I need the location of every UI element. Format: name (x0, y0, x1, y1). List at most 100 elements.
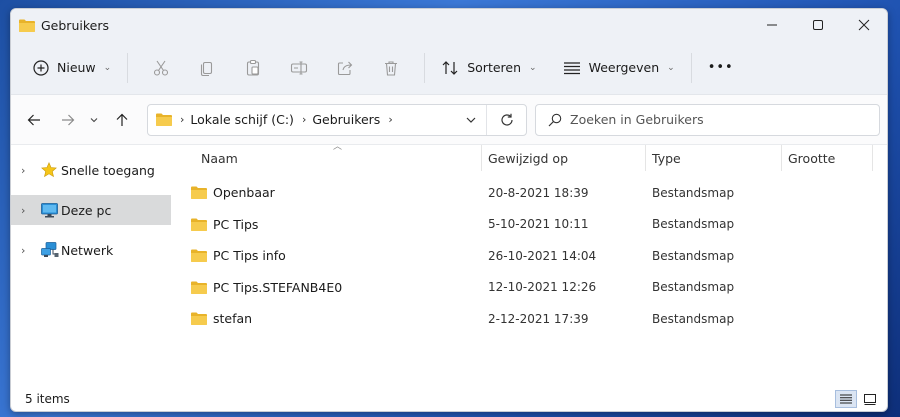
close-button[interactable] (841, 9, 887, 41)
close-icon (858, 19, 870, 31)
plus-circle-icon (33, 59, 49, 76)
forward-button[interactable] (53, 105, 83, 135)
status-bar: 5 items (11, 387, 887, 411)
sidebar-item-label: Deze pc (61, 202, 112, 218)
share-button[interactable] (322, 50, 368, 86)
copy-button[interactable] (184, 50, 230, 86)
file-type: Bestandsmap (652, 217, 735, 232)
chevron-right-icon[interactable]: › (388, 113, 392, 126)
table-row[interactable]: stefan 2-12-2021 17:39 Bestandsmap (171, 303, 887, 335)
content-area: › Snelle toegang › Deze pc › Netwerk ︿ N… (11, 142, 887, 387)
column-header-label: Type (652, 150, 681, 166)
file-name: PC Tips info (213, 248, 286, 264)
clipboard-icon (247, 59, 260, 76)
breadcrumb-local-disk[interactable]: Lokale schijf (C:) (190, 112, 294, 127)
minimize-button[interactable] (749, 9, 795, 41)
chevron-right-icon[interactable]: › (21, 164, 35, 177)
details-view-button[interactable] (835, 390, 857, 408)
column-header-name[interactable]: ︿ Naam (171, 142, 481, 171)
arrow-left-icon (27, 114, 40, 125)
folder-icon (156, 113, 172, 126)
file-explorer-window: Gebruikers Nieuw ⌄ Sorteren ⌄ Weergeven … (10, 8, 888, 412)
file-name-cell: PC Tips info (171, 248, 481, 263)
details-view-icon (840, 394, 852, 404)
toolbar-divider (424, 52, 426, 83)
file-rows: Openbaar 20-8-2021 18:39 Bestandsmap PC … (171, 177, 887, 335)
file-type: Bestandsmap (652, 248, 735, 263)
window-controls (749, 9, 887, 41)
delete-button[interactable] (368, 50, 414, 86)
more-options-button[interactable]: ••• (702, 50, 740, 86)
file-name: stefan (213, 311, 253, 327)
column-header-label: Naam (201, 150, 238, 166)
chevron-down-icon: ⌄ (529, 62, 537, 73)
recent-locations-button[interactable] (83, 105, 105, 135)
sort-icon (442, 60, 458, 75)
chevron-down-icon (90, 117, 98, 122)
cut-button[interactable] (138, 50, 184, 86)
table-row[interactable]: PC Tips info 26-10-2021 14:04 Bestandsma… (171, 240, 887, 272)
maximize-button[interactable] (795, 9, 841, 41)
column-header-row: ︿ Naam Gewijzigd op Type Grootte (171, 142, 887, 171)
back-button[interactable] (19, 105, 49, 135)
address-bar-actions (456, 104, 526, 135)
file-name: PC Tips.STEFANB4E0 (213, 279, 343, 295)
up-button[interactable] (107, 105, 137, 135)
chevron-right-icon[interactable]: › (180, 113, 184, 126)
column-header-label: Gewijzigd op (488, 150, 569, 166)
folder-icon (191, 249, 207, 263)
refresh-button[interactable] (486, 104, 526, 135)
title-bar[interactable]: Gebruikers (11, 9, 887, 41)
chevron-right-icon[interactable]: › (302, 113, 306, 126)
arrow-right-icon (62, 114, 75, 125)
trash-icon (385, 60, 398, 76)
sort-button-label: Sorteren (467, 60, 522, 75)
search-box[interactable] (535, 103, 880, 136)
layout-switcher (833, 390, 881, 408)
folder-icon (191, 281, 207, 294)
paste-button[interactable] (230, 50, 276, 86)
toolbar-divider (690, 52, 692, 83)
file-date: 20-8-2021 18:39 (488, 185, 589, 200)
breadcrumb-users[interactable]: Gebruikers (312, 112, 380, 127)
chevron-down-icon (466, 117, 476, 123)
star-icon (41, 162, 59, 178)
tiles-view-button[interactable] (859, 390, 881, 408)
search-input[interactable] (570, 112, 860, 127)
column-header-size[interactable]: Grootte (781, 145, 873, 171)
table-row[interactable]: Openbaar 20-8-2021 18:39 Bestandsmap (171, 177, 887, 209)
view-button-label: Weergeven (588, 60, 660, 75)
folder-icon (191, 312, 207, 326)
sidebar-item-label: Snelle toegang (61, 162, 155, 178)
file-name: PC Tips (213, 216, 259, 232)
file-date: 5-10-2021 10:11 (488, 217, 589, 232)
new-button[interactable]: Nieuw ⌄ (27, 50, 117, 86)
address-history-button[interactable] (456, 105, 486, 135)
sidebar-item-quick-access[interactable]: › Snelle toegang (11, 155, 171, 185)
sidebar-item-network[interactable]: › Netwerk (11, 235, 171, 265)
chevron-right-icon[interactable]: › (21, 244, 35, 257)
navigation-pane: › Snelle toegang › Deze pc › Netwerk (11, 145, 171, 387)
view-button[interactable]: Weergeven ⌄ (557, 50, 681, 86)
file-name-cell: stefan (171, 311, 481, 326)
copy-icon (201, 61, 213, 76)
folder-icon (191, 218, 207, 231)
column-header-date[interactable]: Gewijzigd op (481, 145, 645, 171)
address-bar[interactable]: › Lokale schijf (C:) › Gebruikers › (147, 103, 527, 136)
chevron-right-icon[interactable]: › (21, 204, 35, 217)
list-view-icon (563, 61, 580, 74)
file-name-cell: PC Tips.STEFANB4E0 (171, 280, 481, 295)
rename-button[interactable] (276, 50, 322, 86)
minimize-icon (767, 24, 777, 26)
new-button-label: Nieuw (57, 60, 96, 75)
column-header-type[interactable]: Type (645, 145, 781, 171)
table-row[interactable]: PC Tips 5-10-2021 10:11 Bestandsmap (171, 209, 887, 241)
column-header-label: Grootte (788, 150, 836, 166)
file-date: 26-10-2021 14:04 (488, 248, 597, 263)
refresh-icon (500, 113, 513, 126)
sidebar-item-this-pc[interactable]: › Deze pc (11, 195, 171, 225)
more-icon: ••• (707, 60, 734, 75)
table-row[interactable]: PC Tips.STEFANB4E0 12-10-2021 12:26 Best… (171, 272, 887, 304)
sort-button[interactable]: Sorteren ⌄ (435, 50, 542, 86)
folder-icon (191, 186, 207, 200)
